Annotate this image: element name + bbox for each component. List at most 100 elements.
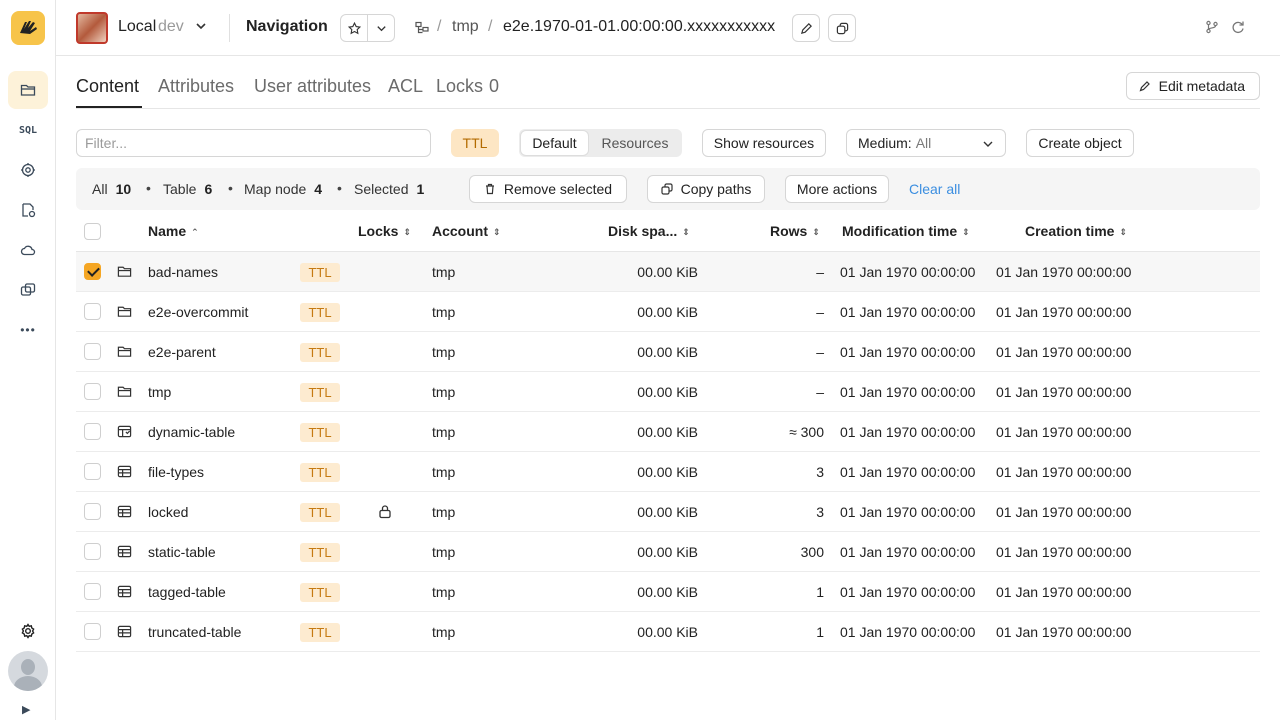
- row-checkbox[interactable]: [84, 503, 101, 520]
- remove-selected-button[interactable]: Remove selected: [469, 175, 627, 203]
- edit-metadata-button[interactable]: Edit metadata: [1125, 72, 1260, 100]
- cluster-env[interactable]: dev: [158, 18, 184, 36]
- table-row[interactable]: tagged-table TTL tmp 00.00 KiB 1 01 Jan 1970 …: [76, 572, 1260, 612]
- row-rows-count: 3: [816, 464, 824, 480]
- tab-attributes[interactable]: Attributes: [158, 76, 234, 97]
- row-checkbox[interactable]: [84, 543, 101, 560]
- sidebar-item-queries[interactable]: SQL: [8, 111, 48, 149]
- create-object-button[interactable]: Create object: [1026, 129, 1134, 157]
- row-name[interactable]: file-types: [148, 464, 204, 480]
- table-row[interactable]: tmp TTL tmp 00.00 KiB –01 Jan 1970 00:00:00 0…: [76, 372, 1260, 412]
- table-row[interactable]: dynamic-table TTL tmp 00.00 KiB ≈ 300 01 Jan …: [76, 412, 1260, 452]
- tab-locks[interactable]: Locks 0: [436, 76, 499, 97]
- row-checkbox[interactable]: [84, 383, 101, 400]
- row-account: tmp: [432, 264, 456, 280]
- column-rows[interactable]: Rows ⇕: [770, 223, 820, 239]
- row-rows-count: 3: [816, 504, 824, 520]
- refresh-icon[interactable]: [1231, 20, 1245, 37]
- view-resources-option[interactable]: Resources: [590, 131, 680, 155]
- cluster-name[interactable]: Local: [118, 18, 156, 36]
- filter-input[interactable]: [76, 129, 431, 157]
- breadcrumb-item-tmp[interactable]: tmp: [452, 18, 479, 36]
- show-resources-button[interactable]: Show resources: [702, 129, 826, 157]
- ttl-badge: TTL: [300, 343, 340, 362]
- row-modification-time: 01 Jan 1970 00:00:00: [840, 264, 976, 280]
- tab-user-attributes[interactable]: User attributes: [254, 76, 371, 97]
- row-checkbox[interactable]: [84, 623, 101, 640]
- active-tab-indicator: [76, 106, 142, 108]
- row-name[interactable]: e2e-overcommit: [148, 304, 248, 320]
- table-icon: [117, 504, 132, 519]
- table-row[interactable]: e2e-parent TTL tmp 00.00 KiB –01 Jan 1970 00…: [76, 332, 1260, 372]
- column-disk-space[interactable]: Disk spa... ⇕: [608, 223, 690, 239]
- sidebar-item-dashboards[interactable]: [8, 271, 48, 309]
- row-checkbox[interactable]: [84, 263, 101, 280]
- column-mtime-label: Modification time: [842, 223, 958, 239]
- edit-path-button[interactable]: [792, 14, 820, 42]
- row-rows-count: 1: [816, 584, 824, 600]
- sidebar-item-more[interactable]: •••: [8, 311, 48, 349]
- column-modification-time[interactable]: Modification time ⇕: [842, 223, 970, 239]
- row-name[interactable]: tmp: [148, 384, 171, 400]
- chevron-down-icon[interactable]: [195, 20, 207, 32]
- row-checkbox[interactable]: [84, 463, 101, 480]
- favorite-button[interactable]: [340, 14, 368, 42]
- column-account[interactable]: Account ⇕: [432, 223, 501, 239]
- row-name[interactable]: locked: [148, 504, 188, 520]
- row-checkbox[interactable]: [84, 423, 101, 440]
- row-name[interactable]: tagged-table: [148, 584, 226, 600]
- app-logo[interactable]: [11, 11, 45, 45]
- sidebar-item-operations[interactable]: [8, 191, 48, 229]
- table-row[interactable]: e2e-overcommit TTL tmp 00.00 KiB –01 Jan 197…: [76, 292, 1260, 332]
- sidebar-item-settings[interactable]: [8, 612, 48, 650]
- column-name[interactable]: Name ⌃: [148, 223, 199, 239]
- row-checkbox[interactable]: [84, 303, 101, 320]
- table-row[interactable]: file-types TTL tmp 00.00 KiB 3 01 Jan 1970 00…: [76, 452, 1260, 492]
- row-disk-space: 00.00 KiB: [637, 544, 698, 560]
- table-row[interactable]: bad-names TTL tmp 00.00 KiB –01 Jan 1970 00:…: [76, 252, 1260, 292]
- column-locks[interactable]: Locks ⇕: [358, 223, 411, 239]
- row-name[interactable]: static-table: [148, 544, 216, 560]
- row-name[interactable]: bad-names: [148, 264, 218, 280]
- summary-table-count: 6: [204, 181, 213, 197]
- user-avatar[interactable]: [8, 651, 48, 691]
- select-all-checkbox[interactable]: [84, 223, 101, 240]
- summary-map-label: Map node: [244, 181, 307, 197]
- summary-selected-label: Selected: [354, 181, 409, 197]
- tab-acl[interactable]: ACL: [388, 76, 423, 97]
- copy-path-button[interactable]: [828, 14, 856, 42]
- row-name[interactable]: truncated-table: [148, 624, 241, 640]
- table-row[interactable]: locked TTL tmp 00.00 KiB 3 01 Jan 1970 00:00:…: [76, 492, 1260, 532]
- summary-table-label: Table: [163, 181, 197, 197]
- row-name[interactable]: e2e-parent: [148, 344, 216, 360]
- sidebar-item-accounts[interactable]: [8, 231, 48, 269]
- row-name[interactable]: dynamic-table: [148, 424, 235, 440]
- medium-select[interactable]: Medium: All: [846, 129, 1006, 157]
- branch-icon[interactable]: [1205, 20, 1219, 37]
- sidebar-item-navigation[interactable]: [8, 71, 48, 109]
- tab-content[interactable]: Content: [76, 76, 139, 97]
- summary-all-count: 10: [115, 181, 132, 197]
- folder-icon: [117, 304, 132, 319]
- view-default-option[interactable]: Default: [521, 131, 588, 155]
- cluster-avatar[interactable]: [76, 12, 108, 44]
- row-creation-time: 01 Jan 1970 00:00:00: [996, 584, 1132, 600]
- table-row[interactable]: truncated-table TTL tmp 00.00 KiB 1 01 Jan 19…: [76, 612, 1260, 652]
- ttl-toggle-button[interactable]: TTL: [451, 129, 499, 157]
- clear-all-link[interactable]: Clear all: [909, 181, 960, 197]
- table-row[interactable]: static-table TTL tmp 00.00 KiB 300 01 Jan 197…: [76, 532, 1260, 572]
- sidebar-item-components[interactable]: [8, 151, 48, 189]
- row-checkbox[interactable]: [84, 583, 101, 600]
- row-checkbox[interactable]: [84, 343, 101, 360]
- expand-sidebar-icon[interactable]: ▶: [22, 703, 30, 716]
- breadcrumb-separator: /: [488, 18, 493, 35]
- page-title: Navigation: [246, 18, 328, 35]
- column-disk-label: Disk spa...: [608, 223, 678, 239]
- copy-paths-button[interactable]: Copy paths: [647, 175, 765, 203]
- more-actions-button[interactable]: More actions: [785, 175, 889, 203]
- copy-icon: [836, 22, 848, 34]
- favorites-dropdown-button[interactable]: [367, 14, 395, 42]
- row-disk-space: 00.00 KiB: [637, 264, 698, 280]
- tree-root-icon[interactable]: [415, 21, 429, 35]
- column-creation-time[interactable]: Creation time ⇕: [1025, 223, 1127, 239]
